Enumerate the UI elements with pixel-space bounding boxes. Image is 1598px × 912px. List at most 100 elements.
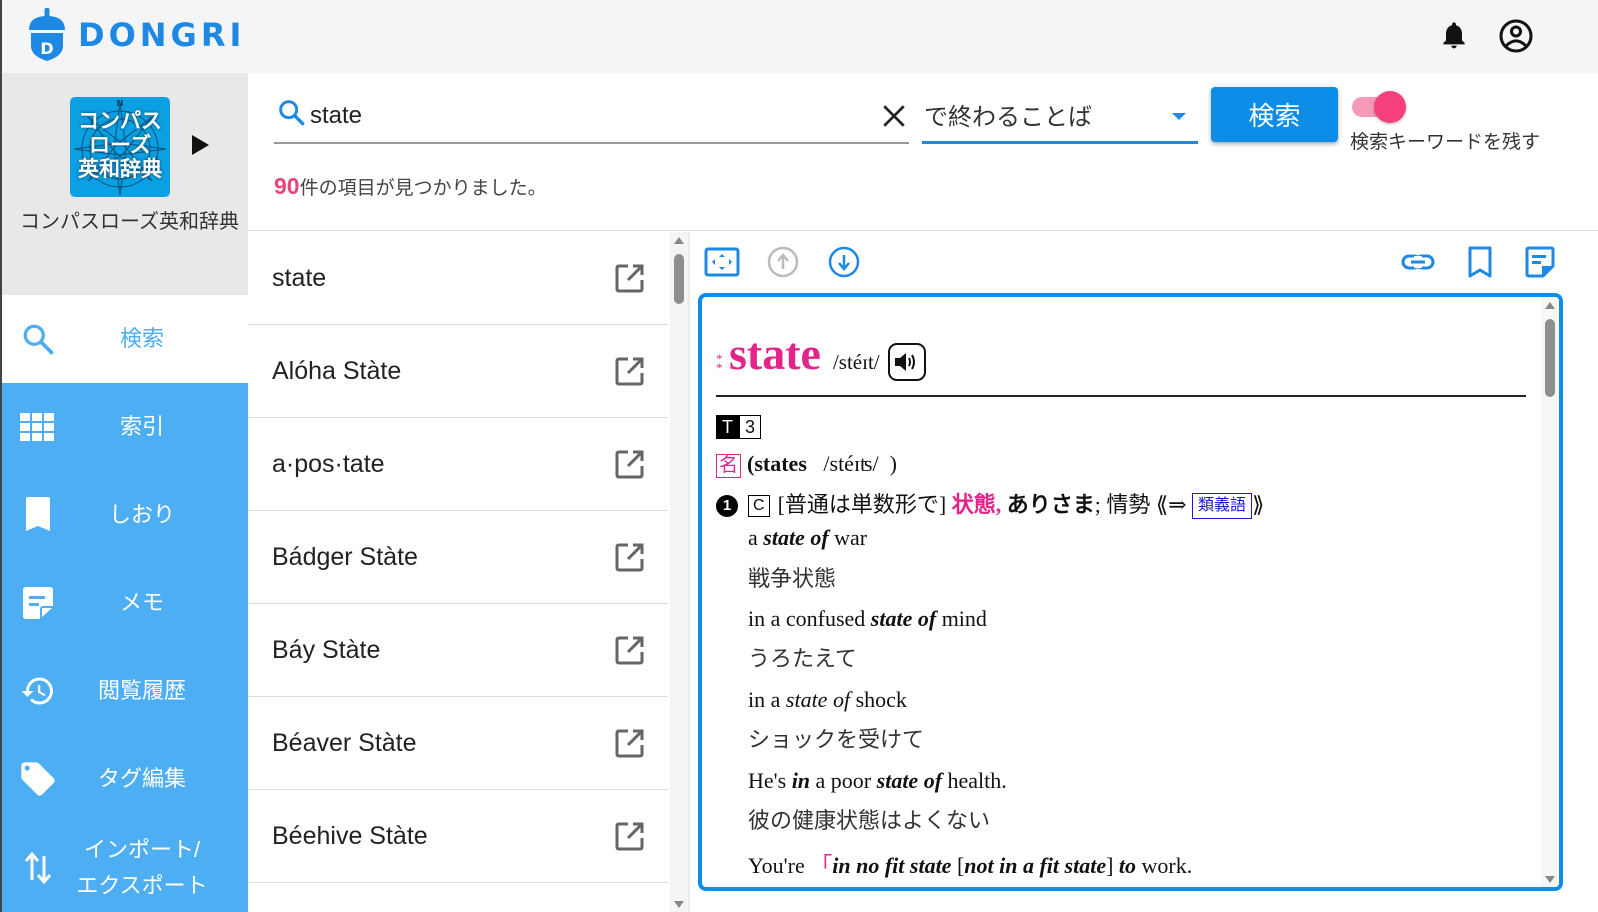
example-en: He's in a poor state of health. bbox=[748, 768, 1007, 793]
clear-icon[interactable] bbox=[881, 103, 907, 129]
scroll-up-arrow-icon[interactable] bbox=[674, 237, 684, 244]
pronunciation: /stéɪt/ bbox=[832, 350, 880, 374]
meaning-main: 状態, bbox=[951, 492, 1002, 517]
example-ja: 彼の健康状態はよくない bbox=[748, 808, 991, 833]
headword: state bbox=[729, 328, 821, 379]
detail-scrollbar[interactable] bbox=[1541, 297, 1559, 887]
open-in-new-icon[interactable] bbox=[614, 727, 646, 759]
countability-badge: C bbox=[748, 495, 770, 517]
result-item[interactable]: a·pos·tate bbox=[248, 418, 668, 511]
dictionary-logo-line: コンパス bbox=[78, 110, 162, 133]
grid-icon bbox=[18, 407, 58, 447]
play-arrow-icon[interactable] bbox=[192, 135, 209, 155]
open-in-new-icon[interactable] bbox=[614, 262, 646, 294]
result-word: a·pos·tate bbox=[272, 449, 385, 478]
dictionary-logo-line: 英和辞典 bbox=[78, 158, 162, 181]
frequency-stars: * * bbox=[716, 351, 723, 375]
sidebar-item-label: しおり bbox=[108, 502, 175, 527]
sidebar-item-label: タグ編集 bbox=[97, 766, 186, 791]
dictionary-logo: N コンパス ローズ 英和辞典 bbox=[70, 97, 170, 197]
result-item[interactable]: Alóha Stàte bbox=[248, 325, 668, 418]
note-icon[interactable] bbox=[1522, 244, 1558, 280]
label-line: エクスポート bbox=[76, 872, 208, 898]
brand-name: DONGRI bbox=[78, 16, 246, 54]
example-ja: ショックを受けて bbox=[748, 727, 925, 752]
dictionary-name: コンパスローズ英和辞典 bbox=[20, 211, 239, 233]
scroll-down-arrow-icon[interactable] bbox=[1545, 876, 1555, 883]
search-button[interactable]: 検索 bbox=[1211, 87, 1338, 142]
arrow-up-circle-icon[interactable] bbox=[765, 244, 801, 280]
svg-text:D: D bbox=[40, 39, 53, 58]
search-mode-value: で終わることば bbox=[924, 104, 1092, 131]
synonyms-link[interactable]: 類義語 bbox=[1192, 493, 1253, 519]
result-item[interactable]: Bádger Stàte bbox=[248, 511, 668, 604]
result-count-number: 90 bbox=[274, 173, 300, 199]
tag-icon bbox=[18, 759, 58, 799]
arrow-down-circle-icon[interactable] bbox=[826, 244, 862, 280]
example-en: a state of war bbox=[748, 525, 868, 550]
top-bar: D DONGRI bbox=[2, 0, 1598, 73]
detail-toolbar bbox=[692, 232, 1598, 292]
result-item[interactable]: Béaver Stàte bbox=[248, 697, 668, 790]
pos-line: 名 (states /stéɪʦ/ ) bbox=[716, 451, 897, 478]
dictionary-card[interactable]: N コンパス ローズ 英和辞典 コンパスローズ英和辞典 bbox=[2, 73, 248, 295]
note-icon bbox=[18, 583, 58, 623]
result-word: Béehive Stàte bbox=[272, 821, 428, 850]
result-count: 90件の項目が見つかりました。 bbox=[274, 173, 547, 200]
search-mode-select[interactable]: で終わることば bbox=[922, 91, 1198, 144]
speaker-button[interactable] bbox=[887, 343, 926, 381]
account-circle-icon[interactable] bbox=[1498, 18, 1534, 54]
sense-line: 1 C [普通は単数形で] 状態, ありさま; 情勢 ⟪⇒ 類義語 ⟫ bbox=[716, 487, 1264, 519]
fit-screen-icon[interactable] bbox=[704, 244, 740, 280]
result-item[interactable]: Béehive Stàte bbox=[248, 790, 668, 883]
open-in-new-icon[interactable] bbox=[614, 634, 646, 666]
link-icon[interactable] bbox=[1400, 244, 1436, 280]
sidebar-item-label: 検索 bbox=[119, 326, 164, 351]
scrollbar-thumb[interactable] bbox=[1545, 319, 1555, 397]
open-in-new-icon[interactable] bbox=[614, 448, 646, 480]
sidebar-item-memo[interactable]: メモ bbox=[2, 559, 248, 647]
keep-keyword-toggle[interactable] bbox=[1350, 91, 1410, 123]
bell-icon[interactable] bbox=[1438, 18, 1470, 52]
bookmark-outline-icon[interactable] bbox=[1462, 244, 1498, 280]
app-window: D DONGRI N コンパス ローズ 英和辞典 コンパスローズ英和辞典 検索 … bbox=[0, 0, 1598, 912]
dictionary-logo-line: ローズ bbox=[89, 134, 151, 157]
result-item[interactable]: state bbox=[248, 232, 668, 325]
open-in-new-icon[interactable] bbox=[614, 820, 646, 852]
sidebar-item-import-export[interactable]: インポート/ エクスポート bbox=[2, 823, 248, 912]
scroll-down-arrow-icon[interactable] bbox=[674, 901, 684, 908]
reference-open: ⟪⇒ bbox=[1155, 492, 1187, 517]
headword-row: * * state /stéɪt/ bbox=[716, 327, 926, 387]
results-scrollbar[interactable] bbox=[670, 232, 688, 912]
scroll-up-arrow-icon[interactable] bbox=[1545, 302, 1555, 309]
sidebar-item-label: 閲覧履歴 bbox=[97, 678, 186, 703]
search-icon bbox=[279, 100, 305, 126]
sidebar: N コンパス ローズ 英和辞典 コンパスローズ英和辞典 検索 索引 しおり メモ… bbox=[2, 73, 248, 912]
example-ja: 戦争状態 bbox=[748, 566, 837, 591]
bookmark-icon bbox=[18, 495, 58, 535]
result-word: Alóha Stàte bbox=[272, 356, 402, 385]
result-item[interactable]: Báy Stàte bbox=[248, 604, 668, 697]
sidebar-item-history[interactable]: 閲覧履歴 bbox=[2, 647, 248, 735]
chevron-down-icon bbox=[1172, 113, 1186, 120]
meaning-bold: ありさま bbox=[1006, 492, 1095, 517]
sidebar-item-bookmarks[interactable]: しおり bbox=[2, 471, 248, 559]
search-input[interactable] bbox=[310, 101, 850, 131]
sidebar-item-tag-edit[interactable]: タグ編集 bbox=[2, 735, 248, 823]
brand-logo[interactable]: D DONGRI bbox=[26, 8, 245, 62]
sidebar-item-search[interactable]: 検索 bbox=[2, 295, 248, 383]
result-word: Báy Stàte bbox=[272, 635, 381, 664]
open-in-new-icon[interactable] bbox=[614, 541, 646, 573]
headword-divider bbox=[716, 395, 1526, 397]
history-icon bbox=[18, 671, 58, 711]
sidebar-item-index[interactable]: 索引 bbox=[2, 383, 248, 471]
results-list: state Alóha Stàte a·pos·tate Bádger Stàte Bá… bbox=[248, 232, 688, 912]
sidebar-item-label: メモ bbox=[119, 590, 164, 615]
speaker-icon bbox=[894, 353, 915, 371]
scrollbar-thumb[interactable] bbox=[674, 254, 684, 304]
plural-pronunciation: /stéɪʦ/ bbox=[823, 451, 879, 476]
example-en: in a state of shock bbox=[748, 687, 907, 712]
panel-divider bbox=[688, 232, 690, 912]
open-in-new-icon[interactable] bbox=[614, 355, 646, 387]
search-icon bbox=[18, 319, 58, 359]
